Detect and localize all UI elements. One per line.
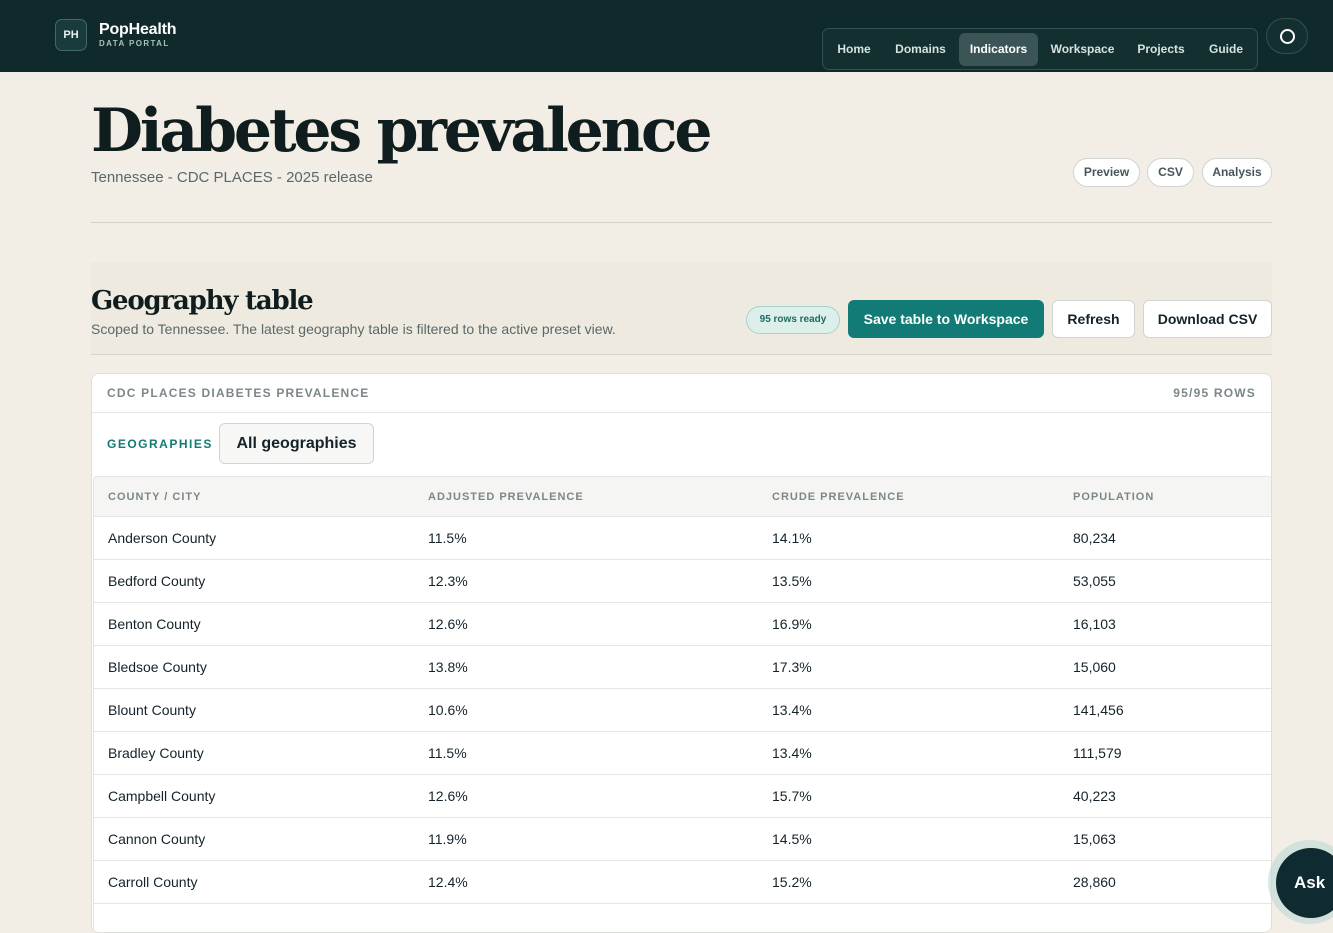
nav-home[interactable]: Home: [830, 33, 878, 66]
preview-pill[interactable]: Preview: [1073, 158, 1140, 187]
column-header-population[interactable]: POPULATION: [1073, 491, 1154, 503]
cell-adjusted: 12.6%: [428, 616, 468, 632]
section-description: Scoped to Tennessee. The latest geograph…: [91, 321, 616, 337]
analysis-pill[interactable]: Analysis: [1202, 158, 1272, 187]
user-circle-icon: [1280, 29, 1295, 44]
column-header-county[interactable]: COUNTY / CITY: [108, 491, 201, 503]
nav-guide[interactable]: Guide: [1199, 33, 1253, 66]
brand-name[interactable]: PopHealth: [99, 21, 177, 39]
cell-county: Bledsoe County: [108, 659, 207, 675]
logo-badge[interactable]: PH: [55, 19, 87, 51]
cell-county: Anderson County: [108, 530, 217, 546]
cell-population: 15,060: [1073, 659, 1116, 675]
cell-county: Benton County: [108, 616, 201, 632]
table-header-row: COUNTY / CITY ADJUSTED PREVALENCE CRUDE …: [94, 477, 1271, 517]
page-title: Diabetes prevalence: [91, 96, 713, 166]
cell-adjusted: 12.6%: [428, 788, 468, 804]
cell-crude: 14.5%: [772, 831, 812, 847]
user-menu-button[interactable]: [1266, 18, 1308, 54]
cell-population: 40,223: [1073, 788, 1116, 804]
cell-population: 28,860: [1073, 874, 1116, 890]
cell-crude: 15.7%: [772, 788, 812, 804]
brand-subtitle: DATA PORTAL: [99, 39, 170, 48]
refresh-button[interactable]: Refresh: [1052, 300, 1135, 338]
table-title: CDC PLACES DIABETES PREVALENCE: [107, 386, 370, 400]
section-title: Geography table: [91, 286, 314, 316]
top-navigation-bar: PH PopHealth DATA PORTAL Home Domains In…: [0, 0, 1333, 72]
table-row[interactable]: Bledsoe County 13.8% 17.3% 15,060: [94, 646, 1271, 689]
cell-population: 80,234: [1073, 530, 1116, 546]
download-csv-button[interactable]: Download CSV: [1143, 300, 1272, 338]
cell-adjusted: 11.5%: [428, 530, 467, 546]
cell-adjusted: 13.8%: [428, 659, 468, 675]
cell-population: 15,063: [1073, 831, 1116, 847]
table-row[interactable]: Campbell County 12.6% 15.7% 40,223: [94, 775, 1271, 818]
column-header-adjusted[interactable]: ADJUSTED PREVALENCE: [428, 491, 584, 503]
rows-ready-badge: 95 rows ready: [746, 306, 840, 334]
cell-county: Bradley County: [108, 745, 204, 761]
cell-county: Bedford County: [108, 573, 206, 589]
table-card: CDC PLACES DIABETES PREVALENCE 95/95 ROW…: [91, 373, 1272, 933]
cell-adjusted: 10.6%: [428, 702, 468, 718]
cell-crude: 13.5%: [772, 573, 812, 589]
geographies-label: GEOGRAPHIES: [107, 437, 213, 451]
cell-crude: 13.4%: [772, 702, 812, 718]
cell-county: Cannon County: [108, 831, 206, 847]
nav-workspace[interactable]: Workspace: [1044, 33, 1121, 66]
cell-population: 111,579: [1073, 745, 1122, 761]
header-divider: [91, 222, 1272, 223]
cell-crude: 16.9%: [772, 616, 812, 632]
column-header-crude[interactable]: CRUDE PREVALENCE: [772, 491, 905, 503]
cell-county: Campbell County: [108, 788, 216, 804]
cell-crude: 14.1%: [772, 530, 812, 546]
table-row[interactable]: Benton County 12.6% 16.9% 16,103: [94, 603, 1271, 646]
table-row[interactable]: Anderson County 11.5% 14.1% 80,234: [94, 517, 1271, 560]
csv-pill[interactable]: CSV: [1147, 158, 1194, 187]
table-card-header: CDC PLACES DIABETES PREVALENCE 95/95 ROW…: [92, 374, 1271, 413]
table-row[interactable]: Carroll County 12.4% 15.2% 28,860: [94, 861, 1271, 904]
table-row[interactable]: Blount County 10.6% 13.4% 141,456: [94, 689, 1271, 732]
nav-projects[interactable]: Projects: [1129, 33, 1193, 66]
cell-adjusted: 11.5%: [428, 745, 467, 761]
geography-table: COUNTY / CITY ADJUSTED PREVALENCE CRUDE …: [93, 476, 1271, 932]
nav-indicators[interactable]: Indicators: [959, 33, 1038, 66]
cell-county: Carroll County: [108, 874, 198, 890]
cell-crude: 17.3%: [772, 659, 812, 675]
cell-crude: 13.4%: [772, 745, 812, 761]
cell-adjusted: 12.3%: [428, 573, 468, 589]
cell-population: 53,055: [1073, 573, 1116, 589]
cell-population: 141,456: [1073, 702, 1124, 718]
save-to-workspace-button[interactable]: Save table to Workspace: [848, 300, 1044, 338]
section-divider: [91, 354, 1272, 355]
nav-domains[interactable]: Domains: [886, 33, 955, 66]
cell-county: Blount County: [108, 702, 196, 718]
cell-crude: 15.2%: [772, 874, 812, 890]
page-subtitle: Tennessee - CDC PLACES - 2025 release: [91, 169, 373, 186]
geographies-filter[interactable]: All geographies: [219, 423, 374, 464]
table-row[interactable]: Bedford County 12.3% 13.5% 53,055: [94, 560, 1271, 603]
table-row[interactable]: Cannon County 11.9% 14.5% 15,063: [94, 818, 1271, 861]
cell-population: 16,103: [1073, 616, 1116, 632]
table-row[interactable]: Bradley County 11.5% 13.4% 111,579: [94, 732, 1271, 775]
cell-adjusted: 11.9%: [428, 831, 467, 847]
main-nav: Home Domains Indicators Workspace Projec…: [822, 28, 1258, 70]
row-count: 95/95 ROWS: [1173, 386, 1256, 400]
cell-adjusted: 12.4%: [428, 874, 468, 890]
